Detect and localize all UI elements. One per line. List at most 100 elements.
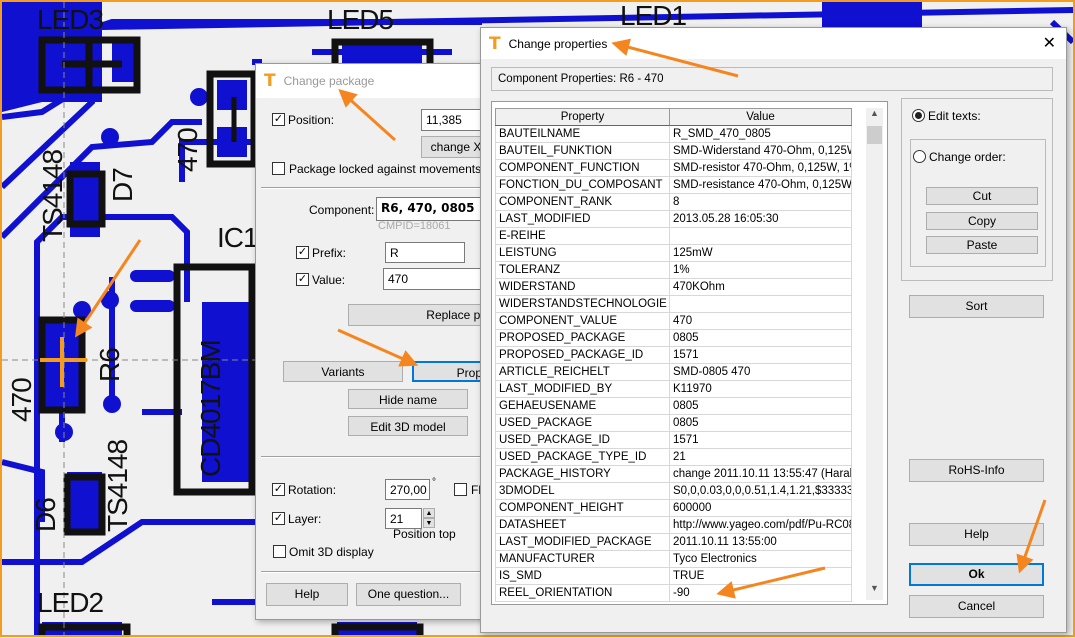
- value-cell[interactable]: Tyco Electronics: [669, 550, 852, 568]
- edit-texts-radio[interactable]: [912, 109, 925, 122]
- value-cell[interactable]: 0805: [669, 329, 852, 347]
- value-cell[interactable]: [669, 295, 852, 313]
- value-cell[interactable]: 1571: [669, 346, 852, 364]
- property-cell[interactable]: PROPOSED_PACKAGE: [495, 329, 670, 347]
- property-cell[interactable]: WIDERSTAND: [495, 278, 670, 296]
- change-order-radio[interactable]: [913, 150, 926, 163]
- rotation-checkbox[interactable]: ✓: [272, 483, 285, 496]
- flip-checkbox[interactable]: [454, 483, 467, 496]
- table-row[interactable]: PROPOSED_PACKAGE 0805: [495, 329, 852, 347]
- prefix-checkbox[interactable]: ✓: [296, 246, 309, 259]
- property-cell[interactable]: GEHAEUSENAME: [495, 397, 670, 415]
- property-cell[interactable]: LAST_MODIFIED_PACKAGE: [495, 533, 670, 551]
- table-row[interactable]: TOLERANZ 1%: [495, 261, 852, 279]
- omit-3d-checkbox[interactable]: [273, 545, 286, 558]
- value-cell[interactable]: 21: [669, 448, 852, 466]
- change-package-titlebar[interactable]: T Change package: [256, 64, 494, 98]
- column-header-value[interactable]: Value: [669, 108, 852, 126]
- value-cell[interactable]: SMD-Widerstand 470-Ohm, 0,125W,: [669, 142, 852, 160]
- value-cell[interactable]: SMD-resistance 470-Ohm, 0,125W, 1: [669, 176, 852, 194]
- property-cell[interactable]: FONCTION_DU_COMPOSANT: [495, 176, 670, 194]
- property-cell[interactable]: USED_PACKAGE_ID: [495, 431, 670, 449]
- table-row[interactable]: PROPOSED_PACKAGE_ID 1571: [495, 346, 852, 364]
- table-row[interactable]: DATASHEET http://www.yageo.com/pdf/Pu-RC0…: [495, 516, 852, 534]
- value-cell[interactable]: SMD-resistor 470-Ohm, 0,125W, 1%: [669, 159, 852, 177]
- table-row[interactable]: WIDERSTANDSTECHNOLOGIE: [495, 295, 852, 313]
- table-row[interactable]: USED_PACKAGE_TYPE_ID 21: [495, 448, 852, 466]
- value-checkbox[interactable]: ✓: [296, 273, 309, 286]
- value-cell[interactable]: 470: [669, 312, 852, 330]
- property-cell[interactable]: LEISTUNG: [495, 244, 670, 262]
- table-row[interactable]: WIDERSTAND 470KOhm: [495, 278, 852, 296]
- table-row[interactable]: E-REIHE: [495, 227, 852, 245]
- table-row[interactable]: LEISTUNG 125mW: [495, 244, 852, 262]
- cut-button[interactable]: Cut: [926, 187, 1038, 205]
- cancel-button[interactable]: Cancel: [909, 595, 1044, 618]
- table-row[interactable]: COMPONENT_HEIGHT 600000: [495, 499, 852, 517]
- table-row[interactable]: LAST_MODIFIED_BY K11970: [495, 380, 852, 398]
- table-row[interactable]: PACKAGE_HISTORY change 2011.10.11 13:55:4…: [495, 465, 852, 483]
- value-cell[interactable]: 0805: [669, 397, 852, 415]
- property-cell[interactable]: LAST_MODIFIED: [495, 210, 670, 228]
- value-cell[interactable]: 125mW: [669, 244, 852, 262]
- value-cell[interactable]: 470KOhm: [669, 278, 852, 296]
- value-cell[interactable]: S0,0,0.03,0,0,0.51,1.4,1.21,$333333,: [669, 482, 852, 500]
- table-row[interactable]: BAUTEILNAME R_SMD_470_0805: [495, 125, 852, 143]
- table-row[interactable]: GEHAEUSENAME 0805: [495, 397, 852, 415]
- property-cell[interactable]: COMPONENT_FUNCTION: [495, 159, 670, 177]
- property-cell[interactable]: BAUTEILNAME: [495, 125, 670, 143]
- close-icon[interactable]: ✕: [1043, 33, 1056, 52]
- copy-button[interactable]: Copy: [926, 212, 1038, 230]
- position-checkbox[interactable]: ✓: [272, 113, 285, 126]
- table-row[interactable]: BAUTEIL_FUNKTION SMD-Widerstand 470-Ohm, …: [495, 142, 852, 160]
- property-cell[interactable]: TOLERANZ: [495, 261, 670, 279]
- layer-input[interactable]: 21: [385, 508, 422, 529]
- property-cell[interactable]: USED_PACKAGE: [495, 414, 670, 432]
- property-cell[interactable]: ARTICLE_REICHELT: [495, 363, 670, 381]
- value-cell[interactable]: 600000: [669, 499, 852, 517]
- value-cell[interactable]: http://www.yageo.com/pdf/Pu-RC08: [669, 516, 852, 534]
- help-button[interactable]: Help: [909, 523, 1044, 546]
- value-cell[interactable]: K11970: [669, 380, 852, 398]
- hide-name-button[interactable]: Hide name: [348, 389, 468, 409]
- one-question-button[interactable]: One question...: [356, 583, 461, 606]
- table-row[interactable]: LAST_MODIFIED_PACKAGE 2011.10.11 13:55:00: [495, 533, 852, 551]
- table-row[interactable]: LAST_MODIFIED 2013.05.28 16:05:30: [495, 210, 852, 228]
- table-row[interactable]: USED_PACKAGE_ID 1571: [495, 431, 852, 449]
- table-row[interactable]: COMPONENT_RANK 8: [495, 193, 852, 211]
- table-scrollbar[interactable]: ▲ ▼: [866, 108, 883, 600]
- property-cell[interactable]: USED_PACKAGE_TYPE_ID: [495, 448, 670, 466]
- value-cell[interactable]: 2011.10.11 13:55:00: [669, 533, 852, 551]
- property-cell[interactable]: COMPONENT_RANK: [495, 193, 670, 211]
- property-cell[interactable]: REEL_ORIENTATION: [495, 584, 670, 602]
- property-cell[interactable]: BAUTEIL_FUNKTION: [495, 142, 670, 160]
- value-cell[interactable]: change 2011.10.11 13:55:47 (Harald): [669, 465, 852, 483]
- property-cell[interactable]: DATASHEET: [495, 516, 670, 534]
- replace-package-button[interactable]: Replace pa: [348, 304, 498, 326]
- table-row[interactable]: IS_SMD TRUE: [495, 567, 852, 585]
- property-cell[interactable]: WIDERSTANDSTECHNOLOGIE: [495, 295, 670, 313]
- property-cell[interactable]: COMPONENT_VALUE: [495, 312, 670, 330]
- scroll-down-icon[interactable]: ▼: [866, 583, 883, 600]
- scrollbar-thumb[interactable]: [867, 126, 882, 144]
- table-row[interactable]: COMPONENT_VALUE 470: [495, 312, 852, 330]
- value-cell[interactable]: SMD-0805 470: [669, 363, 852, 381]
- value-input[interactable]: 470: [383, 268, 493, 290]
- table-row[interactable]: REEL_ORIENTATION -90: [495, 584, 852, 602]
- paste-button[interactable]: Paste: [926, 236, 1038, 254]
- help-button[interactable]: Help: [266, 583, 348, 606]
- change-properties-titlebar[interactable]: T Change properties ✕: [481, 28, 1066, 59]
- value-cell[interactable]: 1%: [669, 261, 852, 279]
- property-cell[interactable]: 3DMODEL: [495, 482, 670, 500]
- value-cell[interactable]: 2013.05.28 16:05:30: [669, 210, 852, 228]
- package-locked-checkbox[interactable]: [272, 162, 285, 175]
- variants-button[interactable]: Variants: [283, 361, 403, 382]
- value-cell[interactable]: -90: [669, 584, 852, 602]
- value-cell[interactable]: 0805: [669, 414, 852, 432]
- table-row[interactable]: MANUFACTURER Tyco Electronics: [495, 550, 852, 568]
- edit-3d-model-button[interactable]: Edit 3D model: [348, 416, 468, 436]
- rohs-info-button[interactable]: RoHS-Info: [909, 459, 1044, 482]
- value-cell[interactable]: [669, 227, 852, 245]
- value-cell[interactable]: TRUE: [669, 567, 852, 585]
- table-row[interactable]: COMPONENT_FUNCTION SMD-resistor 470-Ohm, …: [495, 159, 852, 177]
